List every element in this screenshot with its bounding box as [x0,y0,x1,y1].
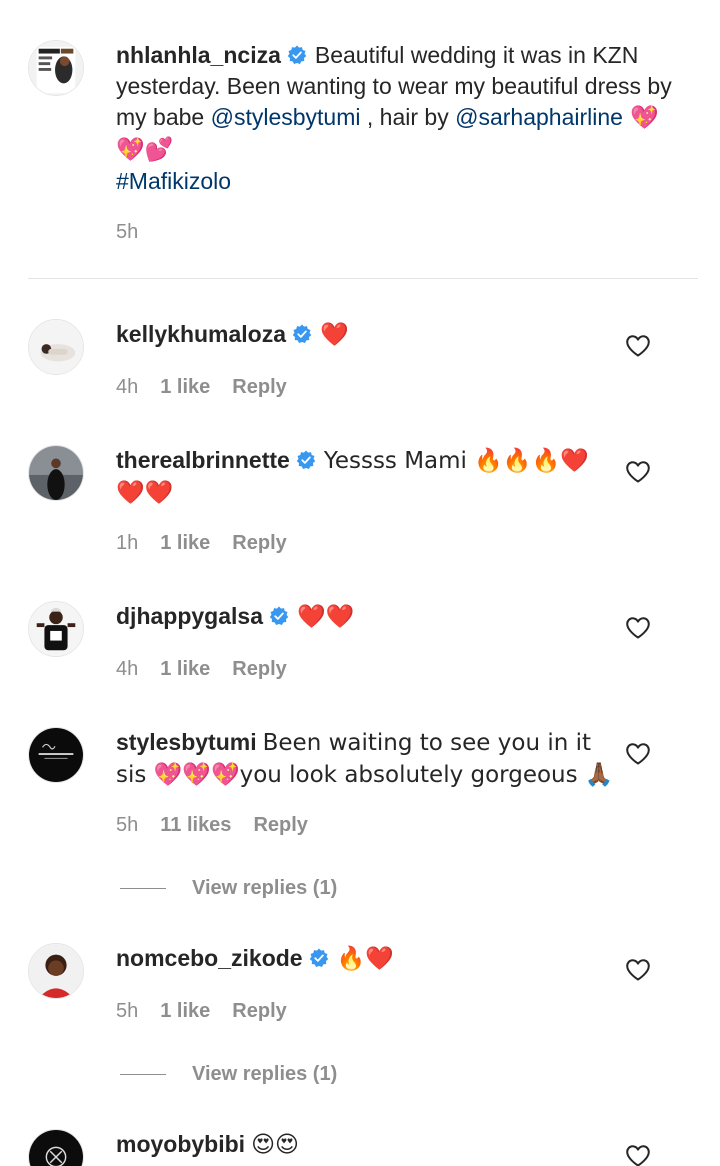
comment-text: moyobybibi 😍😍 [116,1129,616,1161]
comment-meta: 5h 11 likes Reply [116,814,330,837]
comment-meta: 4h 1 like Reply [116,376,309,399]
comment-text: nomcebo_zikode 🔥❤️ [116,943,616,975]
mention-stylesbytumi[interactable]: @stylesbytumi [211,104,361,130]
reply-button[interactable]: Reply [232,658,286,680]
caption-timestamp: 5h [116,221,139,243]
view-replies-label: View replies (1) [192,877,338,899]
heart-outline-icon[interactable] [625,958,651,982]
heart-outline-icon[interactable] [625,334,651,358]
avatar-kellykhumaloza[interactable] [28,319,84,375]
view-replies-button[interactable]: View replies (1) [120,877,337,900]
comment-username[interactable]: therealbrinnette [116,447,290,473]
divider [28,278,698,279]
avatar-nomcebo-zikode[interactable] [28,943,84,999]
like-count[interactable]: 1 like [160,376,210,398]
like-count[interactable]: 11 likes [160,814,231,836]
caption-text-part-2: , hair by [360,104,456,130]
replies-line [120,888,166,890]
comment-username[interactable]: kellykhumaloza [116,321,286,347]
comment-body: ❤️❤️ [296,604,355,630]
avatar-moyobybibi[interactable] [28,1129,84,1166]
heart-outline-icon[interactable] [625,742,651,766]
verified-badge-icon [269,606,289,626]
comment-timestamp: 1h [116,532,139,554]
comment-timestamp: 5h [116,1000,139,1022]
comment-username[interactable]: moyobybibi [116,1131,245,1157]
heart-outline-icon[interactable] [625,616,651,640]
verified-badge-icon [292,324,312,344]
comment-timestamp: 5h [116,814,139,836]
comment-username[interactable]: djhappygalsa [116,603,263,629]
caption-text: nhlanhla_nciza Beautiful wedding it was i… [116,40,676,197]
verified-badge-icon [296,450,316,470]
hashtag-mafikizolo[interactable]: #Mafikizolo [116,168,231,194]
comment-meta: 5h 1 like Reply [116,1000,309,1023]
avatar-nhlanhla-nciza[interactable] [28,40,84,96]
reply-button[interactable]: Reply [232,1000,286,1022]
like-count[interactable]: 1 like [160,532,210,554]
comment-username[interactable]: nomcebo_zikode [116,945,303,971]
mention-sarhaphairline[interactable]: @sarhaphairline [455,104,623,130]
comment-body: 🔥❤️ [336,946,394,972]
reply-button[interactable]: Reply [232,532,286,554]
comment-body: ❤️ [320,322,349,348]
comment-body: 😍😍 [251,1132,300,1158]
comment-timestamp: 4h [116,376,139,398]
heart-outline-icon[interactable] [625,1144,651,1166]
like-count[interactable]: 1 like [160,1000,210,1022]
comment-text: therealbrinnette Yessss Mami 🔥🔥🔥❤️❤️❤️ [116,445,616,509]
comment-username[interactable]: stylesbytumi [116,729,257,755]
replies-line [120,1074,166,1076]
verified-badge-icon [287,45,307,65]
avatar-djhappygalsa[interactable] [28,601,84,657]
like-count[interactable]: 1 like [160,658,210,680]
heart-outline-icon[interactable] [625,460,651,484]
comment-meta: 4h 1 like Reply [116,658,309,681]
comment-text: stylesbytumi Been waiting to see you in i… [116,727,616,791]
caption-username[interactable]: nhlanhla_nciza [116,42,281,68]
avatar-therealbrinnette[interactable] [28,445,84,501]
verified-badge-icon [309,948,329,968]
reply-button[interactable]: Reply [253,814,307,836]
caption-meta: 5h [116,221,160,244]
view-replies-label: View replies (1) [192,1063,338,1085]
comment-timestamp: 4h [116,658,139,680]
avatar-stylesbytumi[interactable] [28,727,84,783]
comment-text: djhappygalsa ❤️❤️ [116,601,616,633]
comment-meta: 1h 1 like Reply [116,532,309,555]
reply-button[interactable]: Reply [232,376,286,398]
comment-text: kellykhumaloza ❤️ [116,319,616,351]
view-replies-button[interactable]: View replies (1) [120,1063,337,1086]
